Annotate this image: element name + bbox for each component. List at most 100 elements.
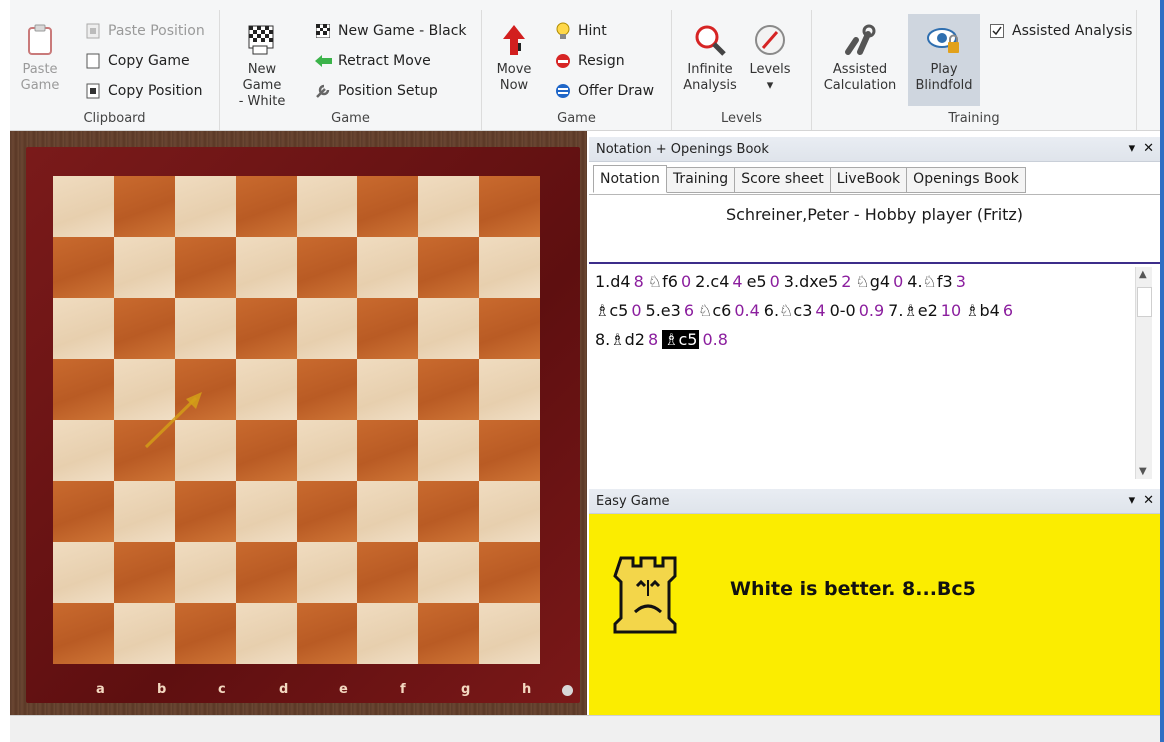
- retract-move-button[interactable]: Retract Move: [314, 52, 431, 70]
- board-square-g7[interactable]: [418, 237, 480, 298]
- board-square-h4[interactable]: [479, 420, 540, 481]
- board-square-g2[interactable]: [418, 542, 480, 603]
- board-square-b7[interactable]: [113, 237, 175, 298]
- board-square-a5[interactable]: [53, 359, 114, 420]
- current-move[interactable]: ♗c5: [662, 330, 700, 349]
- pane-menu-icon[interactable]: ▾: [1129, 141, 1136, 156]
- move[interactable]: 3.dxe5: [784, 272, 838, 291]
- board-square-a3[interactable]: [53, 481, 114, 542]
- board-square-d8[interactable]: [235, 176, 297, 237]
- board-square-g6[interactable]: [418, 298, 480, 359]
- move[interactable]: 2.c4: [695, 272, 729, 291]
- board-square-b1[interactable]: [113, 603, 175, 664]
- board-square-g8[interactable]: [418, 176, 480, 237]
- board-square-b6[interactable]: [113, 298, 175, 359]
- board-square-e3[interactable]: [296, 481, 358, 542]
- close-icon[interactable]: ✕: [1143, 141, 1154, 156]
- board-square-h7[interactable]: [479, 237, 540, 298]
- new-game-white-button[interactable]: New Game - White: [232, 22, 292, 110]
- copy-position-button[interactable]: Copy Position: [84, 82, 202, 100]
- board-square-e5[interactable]: [296, 359, 358, 420]
- board-square-e8[interactable]: [296, 176, 358, 237]
- board-square-a6[interactable]: [53, 298, 114, 359]
- board-square-f5[interactable]: [357, 359, 419, 420]
- board-square-c6[interactable]: [174, 298, 236, 359]
- move[interactable]: 8.♗d2: [595, 330, 645, 349]
- tab-training[interactable]: Training: [666, 167, 736, 193]
- chessboard[interactable]: [53, 176, 540, 664]
- board-square-f7[interactable]: [357, 237, 419, 298]
- board-square-c4[interactable]: [174, 420, 236, 481]
- board-square-h5[interactable]: [479, 359, 540, 420]
- assisted-calculation-button[interactable]: Assisted Calculation: [822, 22, 898, 94]
- board-square-b5[interactable]: [113, 359, 175, 420]
- move[interactable]: 4.♘f3: [907, 272, 952, 291]
- levels-button[interactable]: Levels ▾: [746, 22, 794, 94]
- offer-draw-button[interactable]: Offer Draw: [554, 82, 654, 100]
- board-square-h3[interactable]: [479, 481, 540, 542]
- board-square-g5[interactable]: [418, 359, 480, 420]
- pane-menu-icon[interactable]: ▾: [1129, 493, 1136, 508]
- board-square-a4[interactable]: [53, 420, 114, 481]
- board-square-e1[interactable]: [296, 603, 358, 664]
- move-now-button[interactable]: Move Now: [494, 22, 534, 94]
- board-square-h2[interactable]: [479, 542, 540, 603]
- move[interactable]: e5: [747, 272, 767, 291]
- board-square-c2[interactable]: [174, 542, 236, 603]
- tab-notation[interactable]: Notation: [593, 165, 667, 193]
- board-square-h1[interactable]: [479, 603, 540, 664]
- board-square-a2[interactable]: [53, 542, 114, 603]
- assisted-analysis-checkbox[interactable]: Assisted Analysis: [988, 22, 1132, 40]
- play-blindfold-button[interactable]: Play Blindfold: [908, 14, 980, 106]
- board-square-c7[interactable]: [174, 237, 236, 298]
- board-square-d2[interactable]: [235, 542, 297, 603]
- tab-livebook[interactable]: LiveBook: [830, 167, 908, 193]
- scroll-thumb[interactable]: [1137, 287, 1152, 317]
- board-square-b4[interactable]: [113, 420, 175, 481]
- board-square-d3[interactable]: [235, 481, 297, 542]
- board-square-b2[interactable]: [113, 542, 175, 603]
- board-square-f1[interactable]: [357, 603, 419, 664]
- board-square-h8[interactable]: [479, 176, 540, 237]
- close-icon[interactable]: ✕: [1143, 493, 1154, 508]
- move[interactable]: 6.♘c3: [764, 301, 813, 320]
- board-square-f8[interactable]: [357, 176, 419, 237]
- board-square-g3[interactable]: [418, 481, 480, 542]
- move[interactable]: 5.e3: [646, 301, 681, 320]
- move[interactable]: ♘c6: [698, 301, 731, 320]
- paste-position-button[interactable]: Paste Position: [84, 22, 205, 40]
- scroll-up-icon[interactable]: ▲: [1139, 269, 1147, 280]
- move[interactable]: 7.♗e2: [888, 301, 938, 320]
- board-square-f4[interactable]: [357, 420, 419, 481]
- board-square-g4[interactable]: [418, 420, 480, 481]
- paste-game-button[interactable]: Paste Game: [20, 22, 60, 94]
- move[interactable]: 0-0: [830, 301, 856, 320]
- move[interactable]: ♘g4: [855, 272, 890, 291]
- hint-button[interactable]: Hint: [554, 22, 607, 40]
- board-square-c8[interactable]: [174, 176, 236, 237]
- notation-scrollbar[interactable]: ▲ ▼: [1135, 267, 1152, 479]
- board-square-d1[interactable]: [235, 603, 297, 664]
- board-square-b8[interactable]: [113, 176, 175, 237]
- position-setup-button[interactable]: Position Setup: [314, 82, 438, 100]
- new-game-black-button[interactable]: New Game - Black: [314, 22, 467, 40]
- board-square-a1[interactable]: [53, 603, 114, 664]
- infinite-analysis-button[interactable]: Infinite Analysis: [680, 22, 740, 94]
- board-square-e7[interactable]: [296, 237, 358, 298]
- move[interactable]: ♗c5: [595, 301, 628, 320]
- board-flip-button[interactable]: [562, 685, 573, 696]
- move[interactable]: ♗b4: [965, 301, 1000, 320]
- board-square-e6[interactable]: [296, 298, 358, 359]
- move[interactable]: ♘f6: [648, 272, 678, 291]
- board-square-g1[interactable]: [418, 603, 480, 664]
- board-square-d5[interactable]: [235, 359, 297, 420]
- board-square-b3[interactable]: [113, 481, 175, 542]
- board-square-f2[interactable]: [357, 542, 419, 603]
- board-square-e2[interactable]: [296, 542, 358, 603]
- board-square-f6[interactable]: [357, 298, 419, 359]
- board-square-a7[interactable]: [53, 237, 114, 298]
- resign-button[interactable]: Resign: [554, 52, 625, 70]
- copy-game-button[interactable]: Copy Game: [84, 52, 190, 70]
- board-square-d6[interactable]: [235, 298, 297, 359]
- board-square-a8[interactable]: [53, 176, 114, 237]
